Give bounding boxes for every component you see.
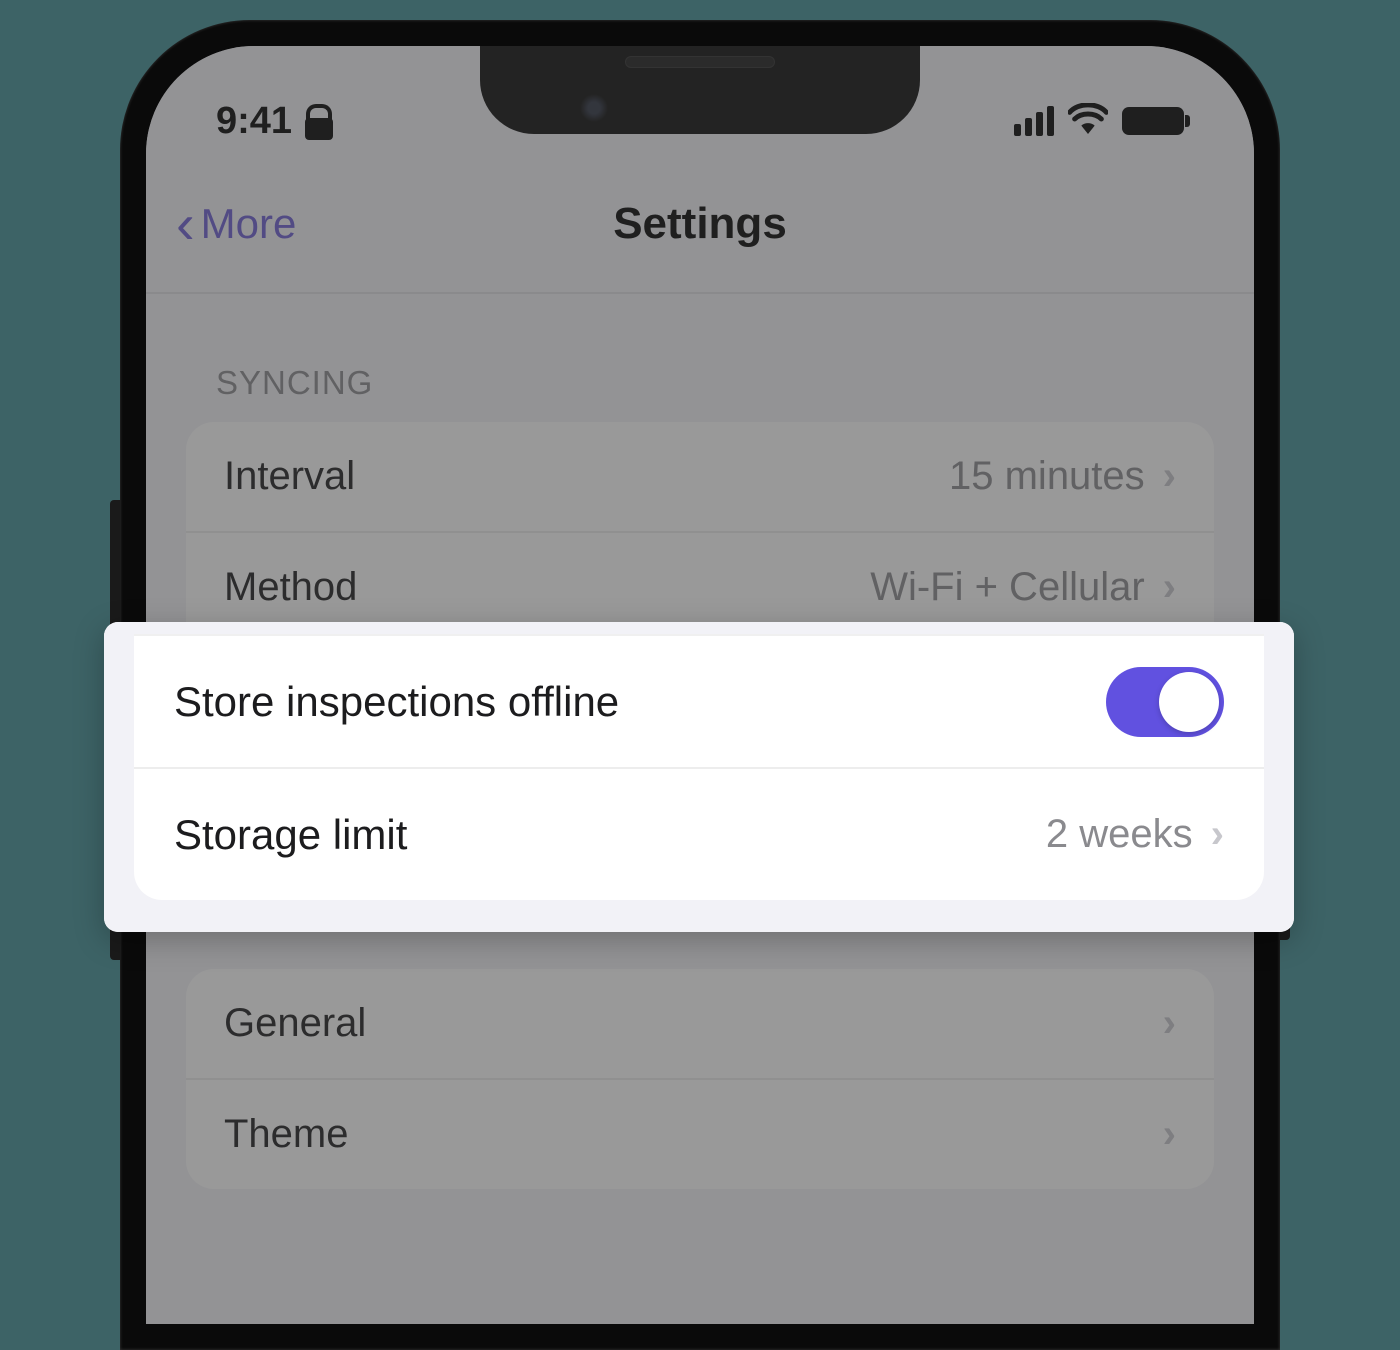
hw-store-offline-label: Store inspections offline <box>174 678 619 726</box>
syncing-section-header: SYNCING <box>186 294 1214 422</box>
hw-storage-limit-right: 2 weeks › <box>1046 812 1224 857</box>
general-label: General <box>224 1001 366 1046</box>
theme-right: › <box>1163 1112 1176 1157</box>
page-title: Settings <box>613 199 787 249</box>
general-row[interactable]: General › <box>186 969 1214 1078</box>
general-right: › <box>1163 1001 1176 1046</box>
theme-label: Theme <box>224 1112 349 1157</box>
hw-storage-limit-value: 2 weeks <box>1046 812 1193 857</box>
chevron-right-icon: › <box>1211 812 1224 857</box>
cellular-signal-icon <box>1014 106 1054 136</box>
hw-storage-limit-label: Storage limit <box>174 811 407 859</box>
interval-label: Interval <box>224 454 355 499</box>
highlight-window: Store inspections offline Storage limit … <box>104 622 1294 932</box>
battery-icon <box>1122 107 1184 135</box>
back-button[interactable]: ‹ More <box>176 196 296 252</box>
nav-bar: ‹ More Settings <box>146 166 1254 294</box>
status-right <box>1014 103 1184 140</box>
hw-store-offline-row: Store inspections offline <box>134 636 1264 767</box>
hw-storage-limit-row[interactable]: Storage limit 2 weeks › <box>134 767 1264 900</box>
chevron-right-icon: › <box>1163 454 1176 499</box>
interval-value: 15 minutes <box>949 454 1145 499</box>
interval-right: 15 minutes › <box>949 454 1176 499</box>
front-camera <box>580 94 608 122</box>
lock-icon <box>302 102 336 140</box>
chevron-right-icon: › <box>1163 1001 1176 1046</box>
chevron-left-icon: ‹ <box>176 196 195 252</box>
speaker <box>625 56 775 68</box>
wifi-icon <box>1068 103 1108 140</box>
method-value: Wi-Fi + Cellular <box>870 565 1144 610</box>
method-right: Wi-Fi + Cellular › <box>870 565 1176 610</box>
interval-row[interactable]: Interval 15 minutes › <box>186 422 1214 531</box>
status-left: 9:41 <box>216 100 336 143</box>
notch <box>480 46 920 134</box>
status-time: 9:41 <box>216 100 292 143</box>
hw-store-offline-toggle[interactable] <box>1106 667 1224 737</box>
chevron-right-icon: › <box>1163 565 1176 610</box>
theme-row[interactable]: Theme › <box>186 1078 1214 1189</box>
back-label: More <box>201 200 297 248</box>
chevron-right-icon: › <box>1163 1112 1176 1157</box>
method-label: Method <box>224 565 357 610</box>
general-card: General › Theme › <box>186 969 1214 1189</box>
